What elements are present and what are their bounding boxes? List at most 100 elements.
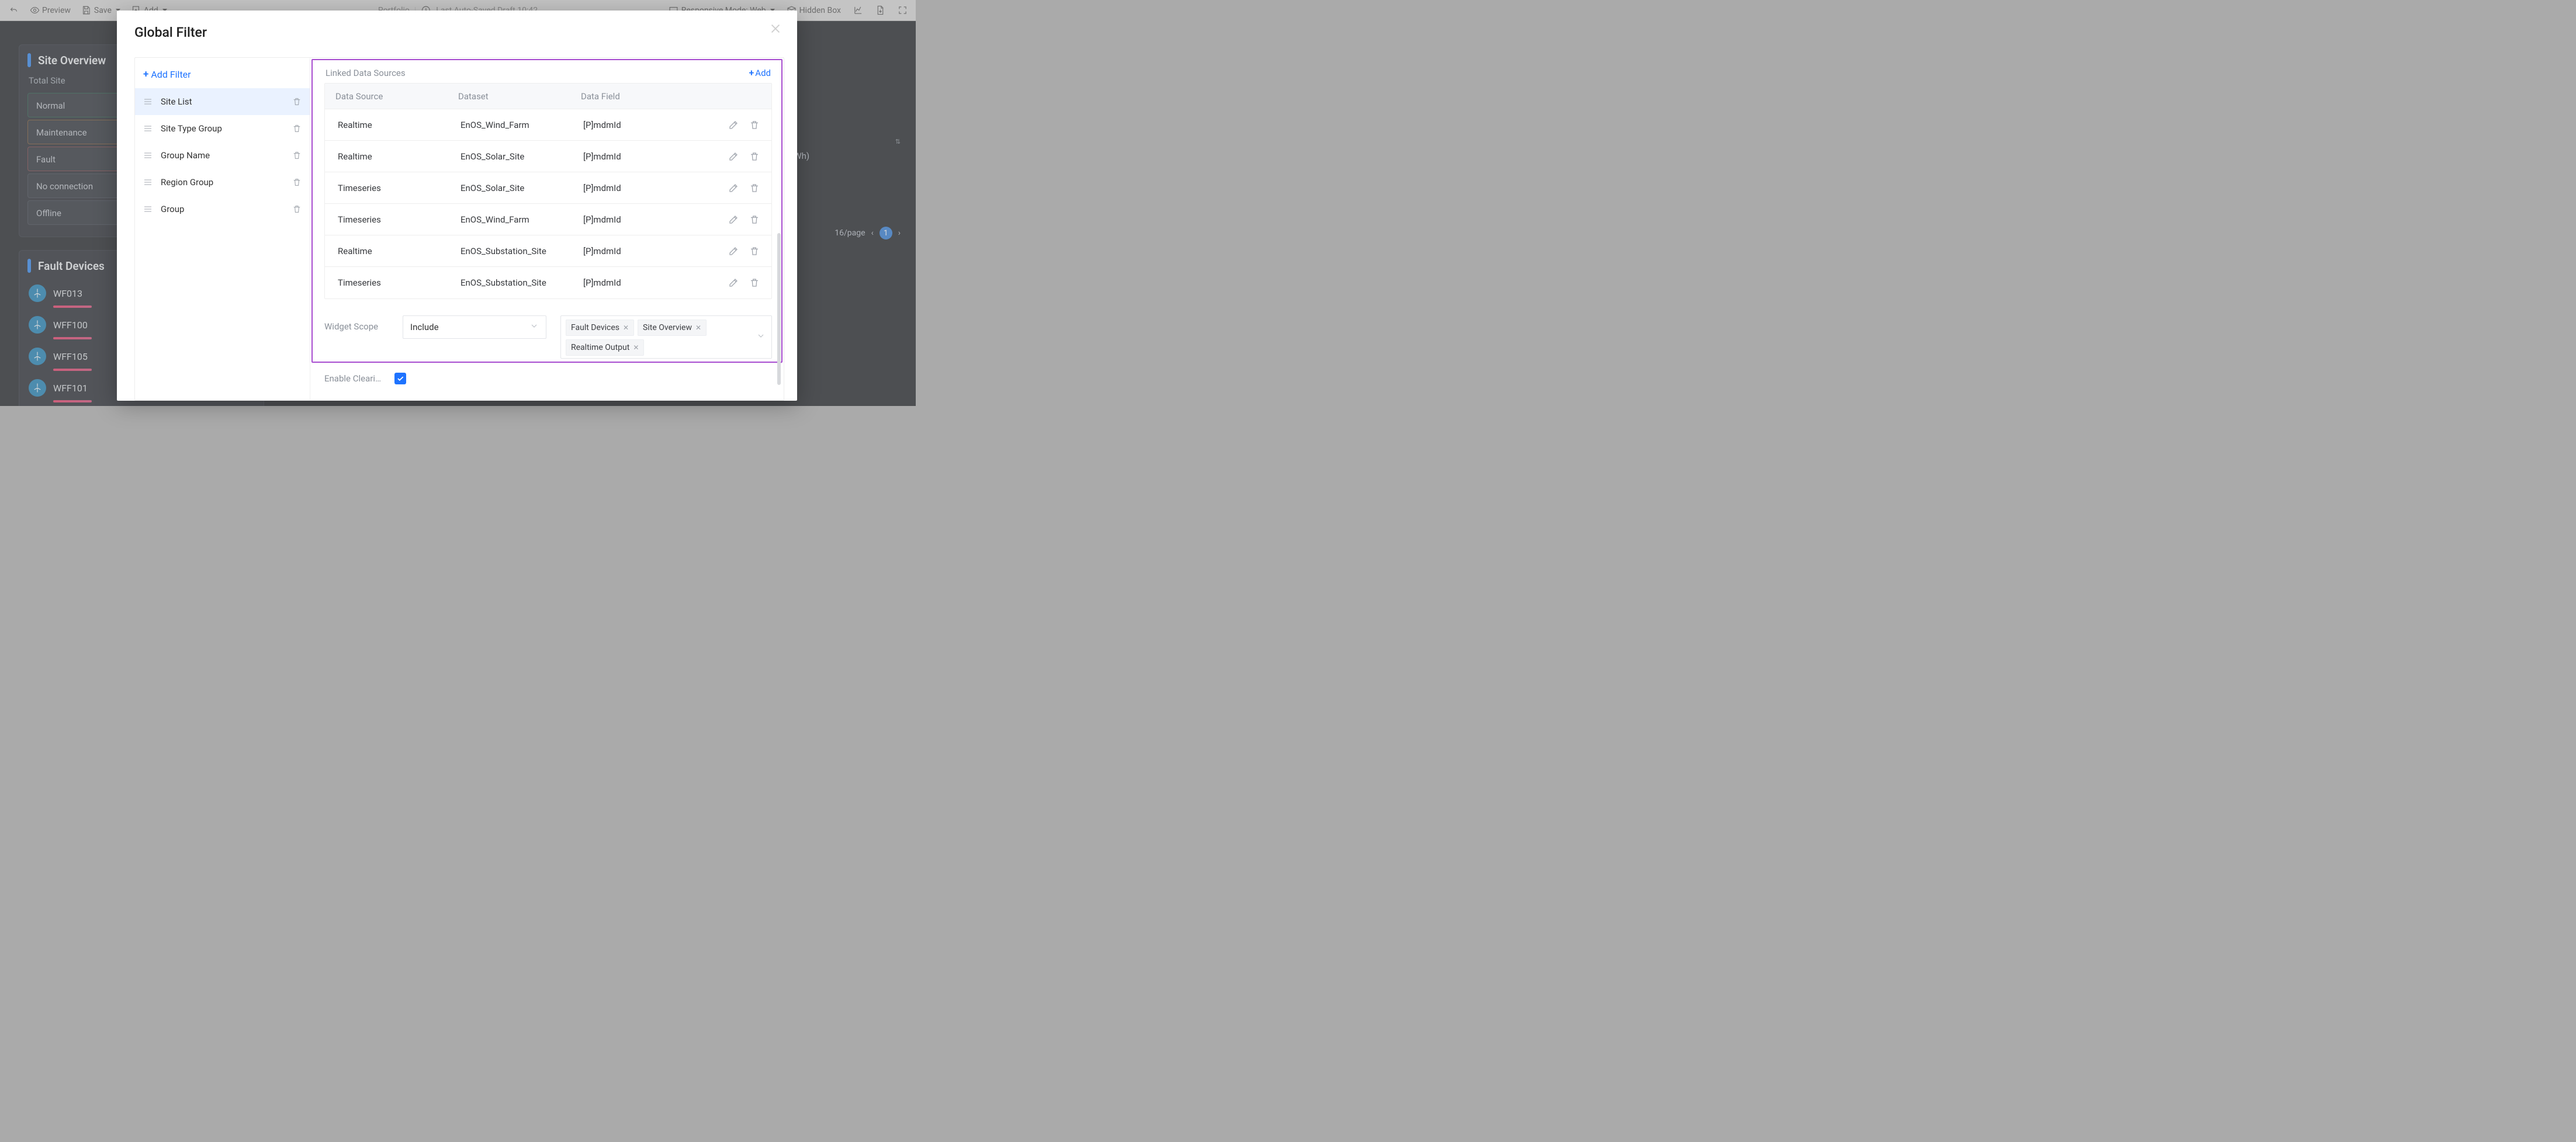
cell-field: [P]mdmId xyxy=(583,246,713,256)
delete-icon[interactable] xyxy=(749,214,760,225)
edit-icon[interactable] xyxy=(728,246,739,256)
delete-icon[interactable] xyxy=(749,120,760,130)
filter-label: Region Group xyxy=(161,177,284,188)
drag-handle-icon[interactable] xyxy=(143,98,153,106)
drag-handle-icon[interactable] xyxy=(143,151,153,159)
cell-dataset: EnOS_Substation_Site xyxy=(461,277,583,288)
plus-icon: + xyxy=(749,67,754,78)
pager-prev[interactable]: ‹ xyxy=(871,228,874,238)
table-row: Timeseries EnOS_Substation_Site [P]mdmId xyxy=(325,267,771,298)
cell-source: Timeseries xyxy=(338,183,461,193)
table-row: Realtime EnOS_Solar_Site [P]mdmId xyxy=(325,141,771,172)
cell-source: Realtime xyxy=(338,246,461,256)
col-field: Data Field xyxy=(581,91,713,102)
remove-tag-icon[interactable]: ✕ xyxy=(623,324,629,332)
sort-icon[interactable]: ⇅ xyxy=(895,138,901,145)
save-button[interactable]: Save xyxy=(81,5,120,16)
drag-handle-icon[interactable] xyxy=(143,124,153,133)
delete-icon[interactable] xyxy=(749,151,760,162)
chart-line-icon xyxy=(853,5,863,16)
chart-tool-button[interactable] xyxy=(853,5,863,16)
scrollbar[interactable] xyxy=(777,233,781,385)
add-filter-button[interactable]: + Add Filter xyxy=(135,63,310,88)
delete-filter-button[interactable] xyxy=(292,178,302,187)
enable-clearing-checkbox[interactable] xyxy=(394,373,406,384)
remove-tag-icon[interactable]: ✕ xyxy=(633,343,639,352)
widget-tag[interactable]: Fault Devices✕ xyxy=(566,320,634,336)
fault-device-name: WFF100 xyxy=(53,320,88,331)
hidden-box-label: Hidden Box xyxy=(799,6,841,15)
widget-scope-select[interactable]: Include xyxy=(403,315,546,339)
chevron-down-icon xyxy=(756,331,766,343)
fullscreen-icon xyxy=(897,5,908,16)
filter-list-item[interactable]: Group Name xyxy=(135,142,310,169)
eye-icon xyxy=(29,5,40,16)
widget-scope-value: Include xyxy=(410,322,439,332)
enable-clearing-label: Enable Cleari… xyxy=(324,373,389,384)
drag-handle-icon[interactable] xyxy=(143,205,153,213)
fault-device-name: WFF101 xyxy=(53,383,88,394)
delete-filter-button[interactable] xyxy=(292,124,302,133)
cell-dataset: EnOS_Solar_Site xyxy=(461,151,583,162)
preview-button[interactable]: Preview xyxy=(29,5,71,16)
table-row: Realtime EnOS_Wind_Farm [P]mdmId xyxy=(325,109,771,141)
edit-icon[interactable] xyxy=(728,183,739,193)
global-filter-modal: Global Filter + Add Filter Site List Sit… xyxy=(117,11,797,401)
widget-tag-label: Realtime Output xyxy=(571,343,629,352)
filter-label: Site Type Group xyxy=(161,123,284,134)
table-row: Realtime EnOS_Substation_Site [P]mdmId xyxy=(325,235,771,267)
add-filter-label: Add Filter xyxy=(151,69,191,80)
turbine-icon xyxy=(29,284,46,302)
pager-size[interactable]: 16/page xyxy=(835,228,865,238)
turbine-icon xyxy=(29,316,46,334)
drag-handle-icon[interactable] xyxy=(143,178,153,186)
widget-tag-label: Site Overview xyxy=(643,323,692,332)
edit-icon[interactable] xyxy=(728,120,739,130)
save-icon xyxy=(81,5,92,16)
widget-scope-tags[interactable]: Fault Devices✕Site Overview✕Realtime Out… xyxy=(560,315,772,359)
col-source: Data Source xyxy=(335,91,458,102)
delete-filter-button[interactable] xyxy=(292,97,302,106)
turbine-icon xyxy=(29,379,46,397)
edit-icon[interactable] xyxy=(728,151,739,162)
widget-tag[interactable]: Realtime Output ✕ xyxy=(566,339,644,356)
cell-source: Realtime xyxy=(338,120,461,130)
filter-list-item[interactable]: Site List xyxy=(135,88,310,115)
delete-icon[interactable] xyxy=(749,183,760,193)
cell-field: [P]mdmId xyxy=(583,183,713,193)
edit-icon[interactable] xyxy=(728,214,739,225)
cell-field: [P]mdmId xyxy=(583,277,713,288)
widget-tag[interactable]: Site Overview✕ xyxy=(638,320,707,336)
delete-filter-button[interactable] xyxy=(292,204,302,214)
undo-button[interactable] xyxy=(8,5,19,16)
filter-label: Site List xyxy=(161,96,284,107)
cell-dataset: EnOS_Substation_Site xyxy=(461,246,583,256)
check-icon xyxy=(396,374,404,383)
pager-next[interactable]: › xyxy=(898,228,901,238)
delete-icon[interactable] xyxy=(749,246,760,256)
filter-label: Group xyxy=(161,204,284,214)
widget-scope-label: Widget Scope xyxy=(324,315,389,332)
remove-tag-icon[interactable]: ✕ xyxy=(695,324,701,332)
pager-page-1[interactable]: 1 xyxy=(880,227,892,239)
filter-list-item[interactable]: Region Group xyxy=(135,169,310,196)
table-row: Timeseries EnOS_Wind_Farm [P]mdmId xyxy=(325,204,771,235)
cell-source: Timeseries xyxy=(338,214,461,225)
delete-icon[interactable] xyxy=(749,277,760,288)
fullscreen-button[interactable] xyxy=(897,5,908,16)
col-dataset: Dataset xyxy=(458,91,581,102)
preview-label: Preview xyxy=(42,6,71,15)
filter-list-item[interactable]: Group xyxy=(135,196,310,223)
filter-list-item[interactable]: Site Type Group xyxy=(135,115,310,142)
edit-icon[interactable] xyxy=(728,277,739,288)
close-icon xyxy=(769,22,782,35)
export-icon xyxy=(875,5,885,16)
delete-filter-button[interactable] xyxy=(292,151,302,160)
linked-sources-label: Linked Data Sources xyxy=(326,68,406,78)
add-datasource-button[interactable]: + Add xyxy=(749,67,771,78)
fault-device-name: WFF105 xyxy=(53,351,88,362)
export-button[interactable] xyxy=(875,5,885,16)
table-row: Timeseries EnOS_Solar_Site [P]mdmId xyxy=(325,172,771,204)
cell-field: [P]mdmId xyxy=(583,151,713,162)
modal-close-button[interactable] xyxy=(769,22,782,37)
